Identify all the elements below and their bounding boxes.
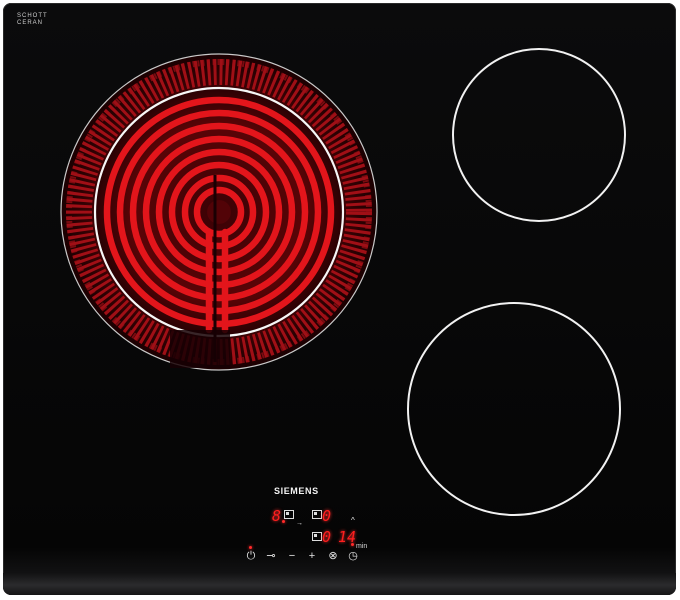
minus-button[interactable]: − [285,551,299,562]
power-indicator-led [249,546,252,549]
power-level-digit: 8 [272,507,282,525]
chevron-up-icon: ^ [351,516,355,525]
timer-button[interactable]: ◷ [346,551,360,562]
second-zone-digit: 0 [322,528,332,546]
glass-logo: SCHOTT CERAN [17,13,48,27]
zone-shadow [170,330,230,368]
cooking-zone-front-right [407,302,621,516]
zone-select-button[interactable]: ⊗ [326,551,340,562]
cooking-zone-front-left [60,53,378,371]
minutes-indicator [351,543,354,546]
logo-line-1: SCHOTT [17,13,48,19]
child-lock-button[interactable]: ⊸ [263,551,279,562]
power-button[interactable]: ⏻ [244,551,258,562]
brand-logo: SIEMENS [274,486,319,496]
timer-zone-digit: 0 [322,507,332,525]
cooktop-zones [60,48,626,516]
coil-center [207,200,231,224]
second-zone-icon [312,532,322,541]
decimal-indicator [282,520,285,523]
minutes-label: min [356,543,368,550]
timer-zone-icon [312,510,322,519]
plus-button[interactable]: + [305,551,319,562]
zone-indicator-icon [284,510,294,519]
cooking-zone-back-right [452,48,626,222]
zone-arrow-icon: → [296,520,303,527]
logo-line-2: CERAN [17,20,44,26]
